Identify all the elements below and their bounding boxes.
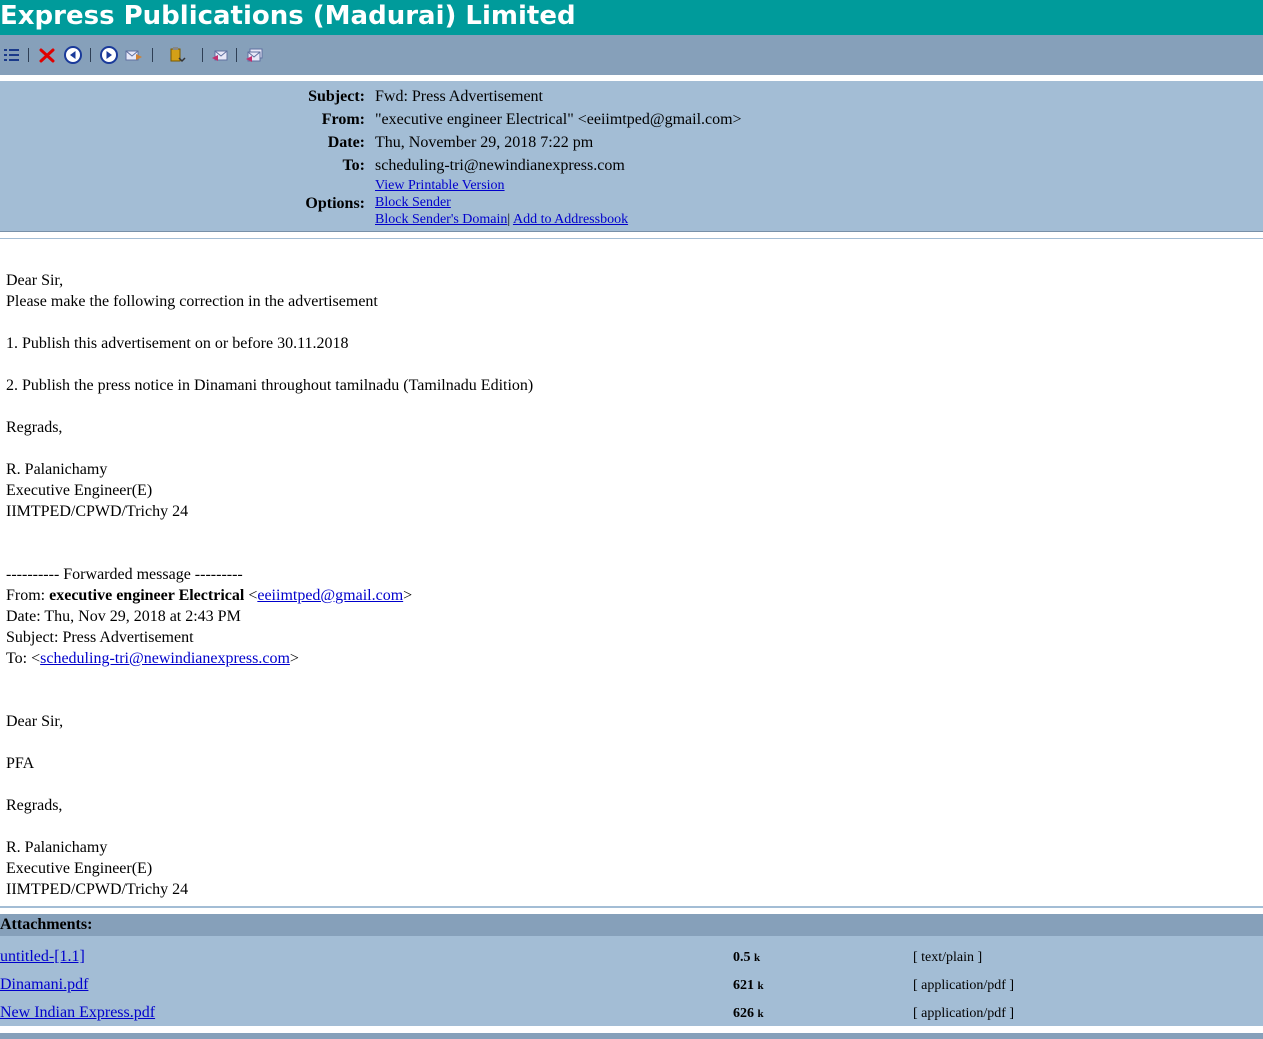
body-line: Regrads, xyxy=(6,797,63,814)
toolbar-separator xyxy=(202,48,203,62)
divider xyxy=(0,906,1263,908)
attachment-row: untitled-[1.1] 0.5 k [ text/plain ] xyxy=(0,944,1263,972)
block-sender-link[interactable]: Block Sender xyxy=(375,195,451,211)
next-icon[interactable] xyxy=(100,46,118,64)
body-line: 2. Publish the press notice in Dinamani … xyxy=(6,377,534,394)
bottom-bar xyxy=(0,1033,1263,1039)
toolbar-separator xyxy=(236,48,237,62)
body-line: Dear Sir, xyxy=(6,713,64,730)
from-label: From: xyxy=(321,111,365,128)
toolbar-separator xyxy=(90,48,91,62)
app-title: Express Publications (Madurai) Limited xyxy=(0,1,576,31)
subject-label: Subject: xyxy=(308,88,365,105)
signature-office: IIMTPED/CPWD/Trichy 24 xyxy=(6,881,189,898)
attachments-header: Attachments: xyxy=(0,914,1263,936)
delete-icon[interactable] xyxy=(38,46,56,64)
title-bar: Express Publications (Madurai) Limited xyxy=(0,0,1263,35)
reply-all-icon[interactable] xyxy=(246,46,264,64)
attachment-type: [ application/pdf ] xyxy=(913,1006,1015,1021)
options-separator: | xyxy=(507,212,511,227)
spacer xyxy=(0,1026,1263,1033)
forwarded-subject: Subject: Press Advertisement xyxy=(6,629,194,646)
from-value: "executive engineer Electrical" <eeiimtp… xyxy=(375,111,742,128)
body-line: PFA xyxy=(6,755,35,772)
forwarded-from-email-link[interactable]: eeiimtped@gmail.com xyxy=(257,587,403,604)
subject-value: Fwd: Press Advertisement xyxy=(375,88,543,105)
forwarded-date: Date: Thu, Nov 29, 2018 at 2:43 PM xyxy=(6,608,241,625)
attachment-link[interactable]: New Indian Express.pdf xyxy=(0,1004,155,1022)
previous-icon[interactable] xyxy=(64,46,82,64)
attachment-size: 621 k xyxy=(733,978,764,993)
date-value: Thu, November 29, 2018 7:22 pm xyxy=(375,134,594,151)
attachment-row: New Indian Express.pdf 626 k [ applicati… xyxy=(0,1000,1263,1028)
forwarded-from-name: executive engineer Electrical xyxy=(49,587,245,604)
forward-icon[interactable] xyxy=(125,46,143,64)
attachment-row: Dinamani.pdf 621 k [ application/pdf ] xyxy=(0,972,1263,1000)
attachment-type: [ text/plain ] xyxy=(913,950,983,965)
options-label: Options: xyxy=(305,195,365,212)
signature-title: Executive Engineer(E) xyxy=(6,860,153,877)
attachment-size: 626 k xyxy=(733,1006,764,1021)
attachment-link[interactable]: untitled-[1.1] xyxy=(0,948,85,966)
forwarded-to: To: <scheduling-tri@newindianexpress.com… xyxy=(6,650,299,667)
toolbar-separator xyxy=(152,48,153,62)
add-addressbook-link[interactable]: Add to Addressbook xyxy=(513,212,628,227)
body-line: Regrads, xyxy=(6,419,63,436)
attachment-link[interactable]: Dinamani.pdf xyxy=(0,976,88,994)
forwarded-from: From: executive engineer Electrical <eei… xyxy=(6,587,413,604)
attachment-size: 0.5 k xyxy=(733,950,761,965)
to-label: To: xyxy=(342,157,365,174)
view-printable-link[interactable]: View Printable Version xyxy=(375,178,505,194)
reply-icon[interactable] xyxy=(211,46,229,64)
signature-name: R. Palanichamy xyxy=(6,461,108,478)
attachments-title: Attachments: xyxy=(0,916,93,933)
to-value: scheduling-tri@newindianexpress.com xyxy=(375,157,625,174)
toolbar xyxy=(0,35,1263,75)
signature-name: R. Palanichamy xyxy=(6,839,108,856)
body-line: Dear Sir, xyxy=(6,272,64,289)
signature-title: Executive Engineer(E) xyxy=(6,482,153,499)
body-line: 1. Publish this advertisement on or befo… xyxy=(6,335,349,352)
list-icon[interactable] xyxy=(3,46,21,64)
message-header: Subject: Fwd: Press Advertisement From: … xyxy=(0,81,1263,232)
message-body: Dear Sir, Please make the following corr… xyxy=(6,270,1246,900)
date-label: Date: xyxy=(327,134,365,151)
attach-icon[interactable] xyxy=(168,46,186,64)
body-line: Please make the following correction in … xyxy=(6,293,378,310)
divider xyxy=(0,238,1263,239)
block-domain-link[interactable]: Block Sender's Domain xyxy=(375,212,507,227)
signature-office: IIMTPED/CPWD/Trichy 24 xyxy=(6,503,189,520)
options-row: Block Sender's Domain| Add to Addressboo… xyxy=(375,212,628,228)
attachment-type: [ application/pdf ] xyxy=(913,978,1015,993)
toolbar-separator xyxy=(28,48,29,62)
forwarded-to-email-link[interactable]: scheduling-tri@newindianexpress.com xyxy=(40,650,290,667)
forwarded-header: ---------- Forwarded message --------- xyxy=(6,566,243,583)
attachments-list: untitled-[1.1] 0.5 k [ text/plain ] Dina… xyxy=(0,936,1263,1026)
